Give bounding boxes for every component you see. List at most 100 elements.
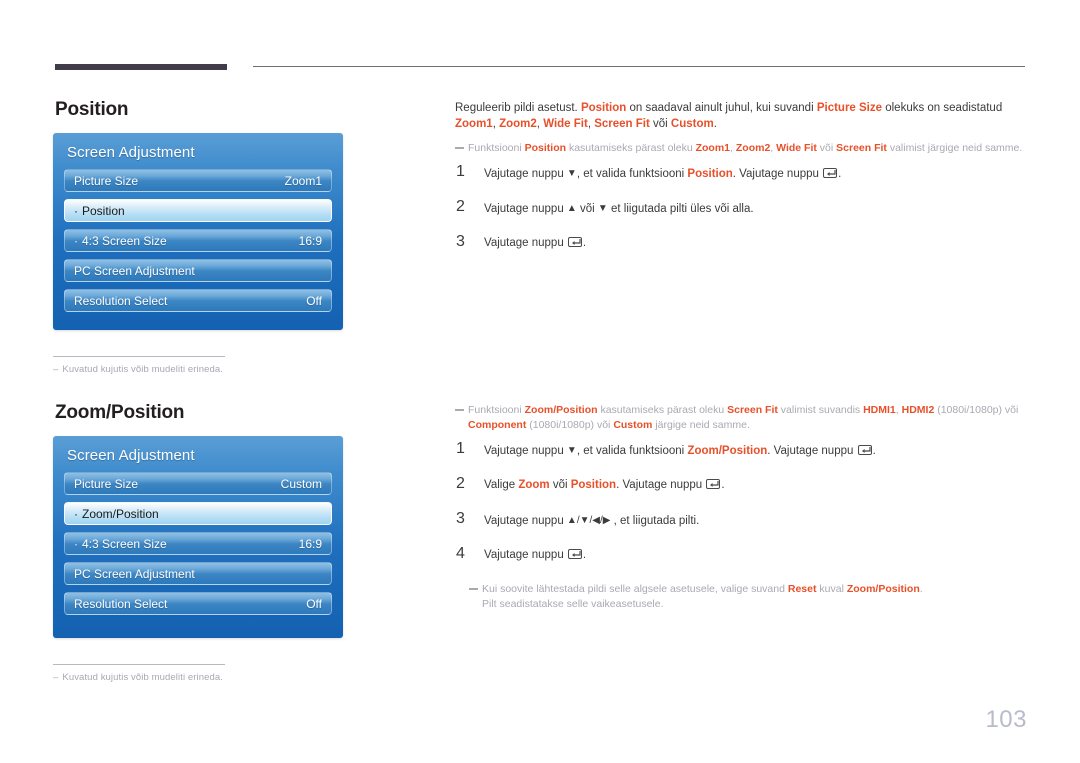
bullet-icon: ·: [74, 234, 78, 248]
step-list-position: 1 Vajutage nuppu ▼, et valida funktsiooni…: [455, 163, 1027, 253]
step-item: 2 Valige Zoom või Position. Vajutage nupp…: [455, 475, 1027, 495]
highlight-term: Wide Fit: [543, 118, 588, 130]
osd-panel-zoom-position: Screen Adjustment Picture Size Custom · Zoo…: [53, 436, 343, 638]
highlight-term: Position: [570, 479, 617, 491]
highlight-term: Position: [687, 168, 733, 180]
note-dash-icon: [469, 588, 478, 590]
highlight-term: Screen Fit: [727, 404, 778, 416]
highlight-term: Picture Size: [816, 102, 883, 114]
step-list-zoom-position: 1 Vajutage nuppu ▼, et valida funktsiooni…: [455, 440, 1027, 565]
osd-menu-item[interactable]: Picture Size Zoom1: [64, 169, 332, 192]
enter-key-icon: [706, 479, 721, 489]
highlight-term: Position: [580, 102, 627, 114]
osd-menu-item-value: Custom: [280, 477, 322, 491]
highlight-term: Zoom1: [455, 118, 493, 130]
footnote-divider: [53, 664, 225, 665]
osd-menu-item-label: Picture Size: [74, 477, 139, 491]
highlight-term: HDMI2: [901, 404, 935, 416]
footnote-text: – Kuvatud kujutis võib mudeliti erineda.: [53, 672, 313, 683]
osd-menu-item[interactable]: PC Screen Adjustment: [64, 259, 332, 282]
dpad-arrow-icon: ▲/▼/◀/▶: [566, 515, 611, 526]
footnote-dash: –: [53, 364, 59, 375]
osd-menu-item[interactable]: Picture Size Custom: [64, 472, 332, 495]
note-line: Funktsiooni Position kasutamiseks pärast…: [455, 141, 1027, 156]
note-text: Funktsiooni Zoom/Position kasutamiseks p…: [468, 404, 1019, 431]
highlight-term: Component: [468, 419, 527, 431]
osd-menu-item[interactable]: · Zoom/Position: [64, 502, 332, 525]
section-heading-zoom-position: Zoom/Position: [55, 402, 185, 423]
note-text: Funktsiooni Position kasutamiseks pärast…: [468, 142, 1023, 154]
bullet-icon: ·: [74, 507, 78, 521]
osd-panel-title: Screen Adjustment: [67, 144, 195, 161]
step-item: 3 Vajutage nuppu ▲/▼/◀/▶ , et liigutada p…: [455, 510, 1027, 530]
step-text: Vajutage nuppu .: [484, 237, 587, 249]
dpad-arrow-icon: ▼: [597, 203, 608, 214]
osd-menu-item-label: Picture Size: [74, 174, 139, 188]
footnote-label: Kuvatud kujutis võib mudeliti erineda.: [62, 364, 224, 375]
osd-menu-item[interactable]: · Position: [64, 199, 332, 222]
panel-footnote-1: – Kuvatud kujutis võib mudeliti erineda.: [53, 356, 313, 375]
step-text: Vajutage nuppu .: [484, 549, 587, 561]
dpad-arrow-icon: ▼: [566, 445, 577, 456]
step-item: 4 Vajutage nuppu .: [455, 545, 1027, 565]
step-text: Vajutage nuppu ▲/▼/◀/▶ , et liigutada pi…: [484, 515, 700, 527]
osd-menu-item[interactable]: · 4:3 Screen Size 16:9: [64, 532, 332, 555]
note-dash-icon: [455, 409, 464, 411]
highlight-term: Zoom/Position: [524, 404, 598, 416]
panel-footnote-2: – Kuvatud kujutis võib mudeliti erineda.: [53, 664, 313, 683]
osd-menu-item-label: PC Screen Adjustment: [74, 567, 195, 581]
highlight-term: Screen Fit: [594, 118, 650, 130]
osd-menu-item-label: PC Screen Adjustment: [74, 264, 195, 278]
highlight-term: Screen Fit: [836, 142, 887, 154]
footnote-text: – Kuvatud kujutis võib mudeliti erineda.: [53, 364, 313, 375]
osd-menu-item-label: Resolution Select: [74, 597, 168, 611]
osd-menu-item-value: 16:9: [298, 234, 322, 248]
step-number: 2: [456, 475, 465, 492]
osd-menu-item-label: · Zoom/Position: [74, 507, 159, 521]
highlight-term: Reset: [787, 583, 817, 595]
osd-menu-item-label: Resolution Select: [74, 294, 168, 308]
osd-menu-item-label: · 4:3 Screen Size: [74, 234, 167, 248]
osd-menu-item-value: 16:9: [298, 537, 322, 551]
osd-menu-item-label: · 4:3 Screen Size: [74, 537, 167, 551]
osd-menu-item[interactable]: Resolution Select Off: [64, 592, 332, 615]
osd-menu-item-value: Off: [306, 597, 322, 611]
bullet-icon: ·: [74, 537, 78, 551]
step-text: Vajutage nuppu ▼, et valida funktsiooni …: [484, 445, 876, 457]
highlight-term: Zoom/Position: [687, 445, 768, 457]
highlight-term: Custom: [670, 118, 714, 130]
osd-menu-item[interactable]: PC Screen Adjustment: [64, 562, 332, 585]
highlight-term: Custom: [613, 419, 653, 431]
dpad-arrow-icon: ▼: [566, 168, 577, 179]
note-dash-icon: [455, 147, 464, 149]
step-text: Vajutage nuppu ▼, et valida funktsiooni …: [484, 168, 842, 180]
step-number: 1: [456, 440, 465, 457]
step-text: Valige Zoom või Position. Vajutage nuppu…: [484, 479, 725, 491]
step-item: 2 Vajutage nuppu ▲ või ▼ et liigutada pil…: [455, 198, 1027, 218]
osd-menu-item-value: Zoom1: [284, 174, 322, 188]
highlight-term: Zoom2: [735, 142, 771, 154]
step-item: 1 Vajutage nuppu ▼, et valida funktsiooni…: [455, 440, 1027, 460]
step-number: 3: [456, 233, 465, 250]
enter-key-icon: [567, 237, 582, 247]
header-rule-thick: [55, 64, 227, 70]
page-number: 103: [985, 706, 1027, 733]
osd-menu-item-value: Off: [306, 294, 322, 308]
step-item: 1 Vajutage nuppu ▼, et valida funktsiooni…: [455, 163, 1027, 183]
note-text: Kui soovite lähtestada pildi selle algse…: [482, 583, 923, 610]
osd-panel-title: Screen Adjustment: [67, 447, 195, 464]
osd-panel-position: Screen Adjustment Picture Size Zoom1 · Posi…: [53, 133, 343, 330]
body-column-position: Reguleerib pildi asetust. Position on sa…: [455, 100, 1027, 270]
osd-menu-item[interactable]: Resolution Select Off: [64, 289, 332, 312]
step-number: 4: [456, 545, 465, 562]
section-heading-position: Position: [55, 99, 129, 120]
step-text: Vajutage nuppu ▲ või ▼ et liigutada pilt…: [484, 203, 754, 215]
osd-menu-item-label: · Position: [74, 204, 125, 218]
highlight-term: Zoom: [518, 479, 550, 491]
highlight-term: Zoom/Position: [846, 583, 920, 595]
enter-key-icon: [857, 445, 872, 455]
bullet-icon: ·: [74, 204, 78, 218]
highlight-term: HDMI1: [863, 404, 896, 416]
osd-menu-item[interactable]: · 4:3 Screen Size 16:9: [64, 229, 332, 252]
step-number: 1: [456, 163, 465, 180]
